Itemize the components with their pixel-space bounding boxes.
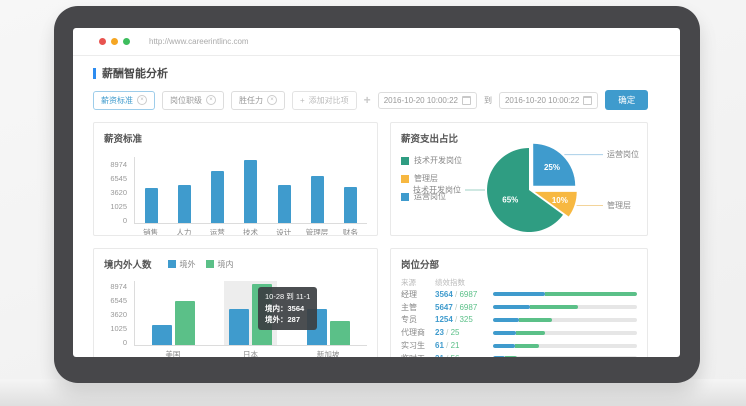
bar — [330, 321, 350, 345]
table-header: 来源 绩效指数 — [401, 277, 637, 288]
tooltip-overseas: 境外：287 — [265, 314, 310, 326]
address-bar[interactable]: http://www.careerintlinc.com — [149, 37, 249, 46]
bar — [175, 301, 195, 345]
salary-standard-card: 薪资标准 89746545362010250销售人力运营技术设计管理层财务 — [93, 122, 378, 236]
page-title: 薪酬智能分析 — [102, 65, 168, 81]
geo-legend: 境外境内 — [168, 259, 234, 270]
tooltip-range: 10-28 到 11-1 — [265, 291, 310, 303]
pie-callout-label: 技术开发岗位 — [413, 185, 461, 195]
table-row: 主管5647 / 6987 — [401, 301, 637, 314]
laptop-mockup: http://www.careerintlinc.com 薪酬智能分析 薪资标准… — [0, 0, 746, 406]
remove-filter-icon[interactable]: × — [137, 95, 147, 105]
chart-tooltip: 10-28 到 11-1 境内：3564 境外：287 — [258, 287, 317, 330]
salary-expense-card: 薪资支出占比 技术开发岗位管理层运营岗位 25%运营岗位10%管理层65%技术开… — [390, 122, 648, 236]
pie-percent-label: 65% — [502, 196, 518, 205]
browser-titlebar: http://www.careerintlinc.com — [73, 28, 680, 56]
progress-track — [493, 318, 637, 322]
date-from-value: 2016-10-20 10:00:22 — [384, 96, 458, 105]
confirm-button[interactable]: 确定 — [605, 90, 648, 110]
salary-bar-chart: 89746545362010250销售人力运营技术设计管理层财务 — [104, 157, 367, 236]
table-row: 临时工21 / 56 — [401, 352, 637, 357]
progress-track — [493, 331, 637, 335]
bar — [145, 188, 158, 223]
calendar-icon — [462, 96, 471, 105]
filter-toolbar: 薪资标准× 岗位职级× 胜任力× + 添加对比项 + 2016-10-20 10:0… — [93, 90, 650, 110]
title-marker — [93, 68, 96, 79]
pie-percent-label: 25% — [544, 163, 560, 172]
bar — [211, 171, 224, 223]
laptop-screen-bezel: http://www.careerintlinc.com 薪酬智能分析 薪资标准… — [54, 6, 700, 383]
remove-filter-icon[interactable]: × — [267, 95, 277, 105]
table-row: 专员1254 / 325 — [401, 314, 637, 327]
progress-track — [493, 344, 637, 348]
positions-table: 经理3564 / 6987主管5647 / 6987专员1254 / 325代理… — [401, 288, 637, 357]
expense-pie-chart: 25% 运营岗位 10% 管理层 65% 技术开发岗位 — [399, 135, 639, 236]
window-close-dot[interactable] — [99, 38, 106, 45]
progress-track — [493, 356, 637, 357]
table-row: 代理商23 / 25 — [401, 326, 637, 339]
bar — [344, 187, 357, 223]
laptop-base — [0, 379, 746, 406]
filter-chip-2[interactable]: 胜任力× — [231, 91, 285, 110]
date-to-label: 到 — [484, 95, 492, 106]
remove-filter-icon[interactable]: × — [206, 95, 216, 105]
legend-item[interactable]: 境外 — [168, 259, 196, 270]
bar — [311, 176, 324, 223]
bar — [229, 309, 249, 345]
page-content: 薪酬智能分析 薪资标准×岗位职级×胜任力× + 添加对比项 + 2016-10-… — [73, 65, 680, 357]
date-from-input[interactable]: 2016-10-20 10:00:22 — [378, 92, 477, 109]
dashboard-grid: 薪资标准 89746545362010250销售人力运营技术设计管理层财务 薪资… — [93, 122, 650, 357]
pie-callout-label: 管理层 — [607, 200, 631, 210]
screen: http://www.careerintlinc.com 薪酬智能分析 薪资标准… — [73, 28, 680, 357]
filter-chip-1[interactable]: 岗位职级× — [162, 91, 224, 110]
bar — [152, 325, 172, 345]
filter-chip-0[interactable]: 薪资标准× — [93, 91, 155, 110]
bar — [178, 185, 191, 223]
col-index: 绩效指数 — [435, 277, 637, 288]
table-row: 实习生61 / 21 — [401, 339, 637, 352]
headcount-grouped-bar-chart: 89746545362010250美国日本新加坡 — [104, 281, 367, 357]
pie-callout-label: 运营岗位 — [607, 149, 639, 159]
tooltip-domestic: 境内：3564 — [265, 303, 310, 315]
progress-track — [493, 292, 637, 296]
card-title: 岗位分部 — [401, 257, 637, 271]
headcount-card: 境内外人数 境外境内 89746545362010250美国日本新加坡 10-2… — [93, 248, 378, 357]
card-title: 境内外人数 — [104, 257, 152, 271]
card-title: 薪资标准 — [104, 131, 367, 145]
add-icon[interactable]: + — [364, 93, 371, 107]
window-minimize-dot[interactable] — [111, 38, 118, 45]
date-to-input[interactable]: 2016-10-20 10:00:22 — [499, 92, 598, 109]
window-zoom-dot[interactable] — [123, 38, 130, 45]
bar — [278, 185, 291, 223]
legend-item[interactable]: 境内 — [206, 259, 234, 270]
bar — [244, 160, 257, 223]
filter-chips: 薪资标准× 岗位职级× 胜任力× — [93, 91, 285, 110]
page-header: 薪酬智能分析 — [93, 65, 650, 81]
pie-percent-label: 10% — [552, 196, 568, 205]
progress-track — [493, 305, 637, 309]
add-compare-label: 添加对比项 — [309, 95, 349, 106]
calendar-icon — [583, 96, 592, 105]
add-compare-chip[interactable]: + 添加对比项 — [292, 91, 357, 110]
table-row: 经理3564 / 6987 — [401, 288, 637, 301]
plus-icon: + — [300, 96, 305, 105]
col-source: 来源 — [401, 277, 435, 288]
positions-card: 岗位分部 来源 绩效指数 经理3564 / 6987主管5647 / 6987专… — [390, 248, 648, 357]
date-to-value: 2016-10-20 10:00:22 — [505, 96, 579, 105]
